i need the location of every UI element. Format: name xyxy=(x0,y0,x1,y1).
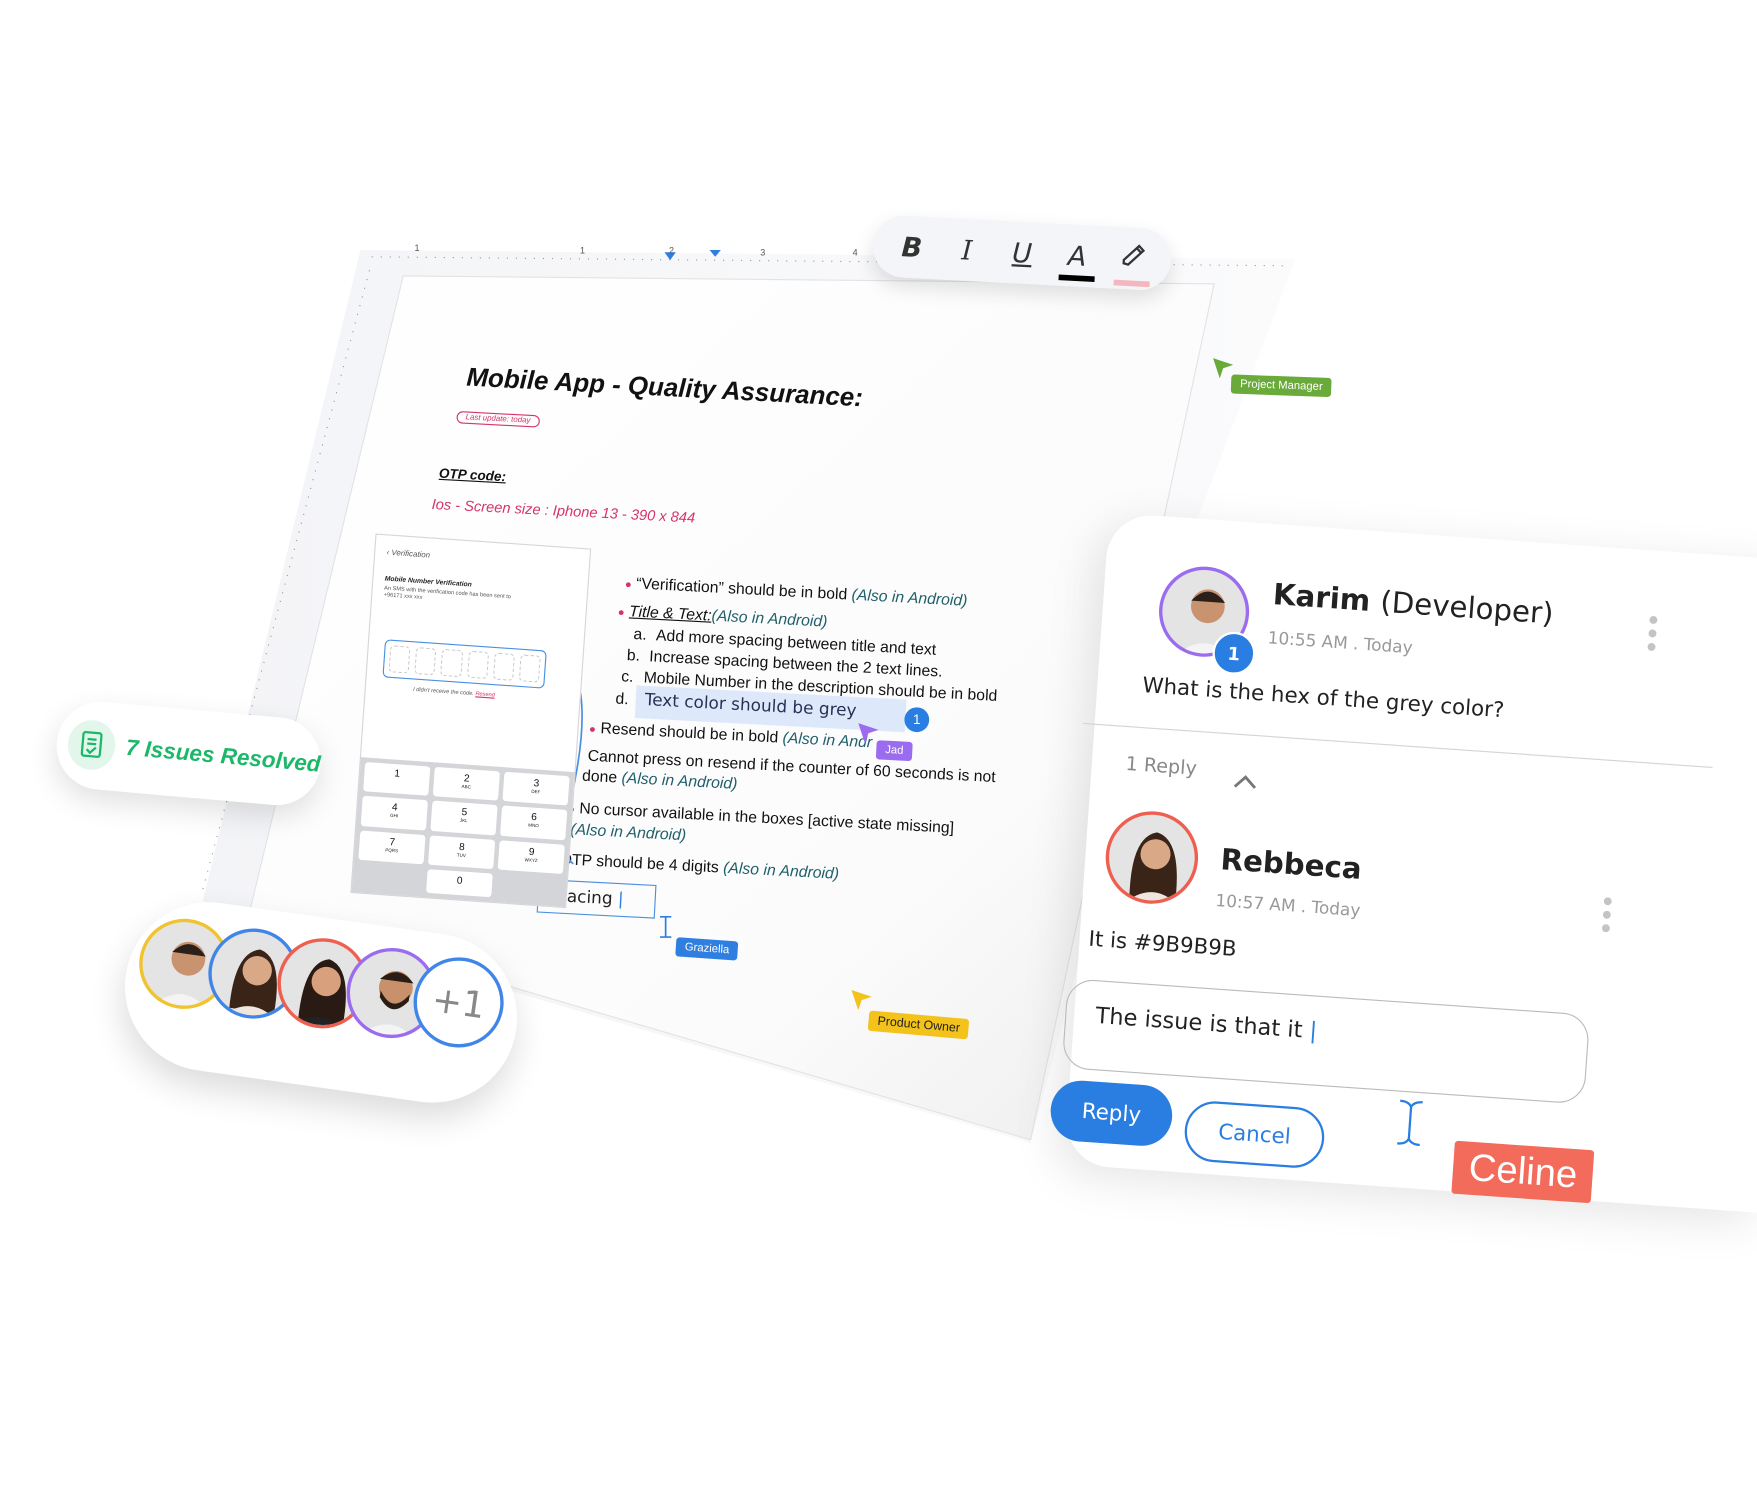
thread-count-badge: 1 xyxy=(1211,630,1257,677)
key-digit xyxy=(497,877,562,882)
reply-time: 10:57 AM . Today xyxy=(1214,890,1362,921)
key-letters xyxy=(358,867,423,872)
underline-icon: U xyxy=(1011,236,1033,270)
ruler-label: 4 xyxy=(852,247,858,258)
key-digit xyxy=(358,867,423,872)
phone-header: ‹ Verification xyxy=(386,548,431,560)
underline-button[interactable]: U xyxy=(1001,236,1043,270)
text-color-swatch xyxy=(1057,273,1095,282)
key-digit: 0 xyxy=(456,874,463,886)
highlight-button[interactable] xyxy=(1111,240,1153,287)
cursor-label-celine: Celine xyxy=(1451,1140,1595,1204)
comment-text: What is the hex of the grey color? xyxy=(1141,672,1506,723)
keypad-key[interactable]: 5 JKL xyxy=(430,800,498,835)
keypad-key[interactable]: 7 PQRS xyxy=(358,829,426,865)
keypad-key[interactable]: 1 xyxy=(363,761,431,797)
section-heading: OTP code: xyxy=(438,465,507,485)
keypad-key[interactable]: 4 GHI xyxy=(360,795,428,831)
cursor-product-owner-icon xyxy=(851,990,872,1011)
keypad-key[interactable] xyxy=(356,864,423,892)
italic-icon: I xyxy=(960,233,974,266)
keypad-key[interactable]: 9 WXYZ xyxy=(497,839,565,874)
reply-more-button[interactable] xyxy=(1601,897,1613,933)
ruler-label: 3 xyxy=(760,247,766,258)
phone-mockup: ‹ Verification Mobile Number Verificatio… xyxy=(350,533,592,909)
cursor-label-jad: Jad xyxy=(875,740,913,762)
comment-count-badge[interactable]: 1 xyxy=(904,707,930,733)
issues-resolved-text: 7 Issues Resolved xyxy=(124,735,322,777)
text-cursor-icon xyxy=(660,915,672,938)
text-cursor-icon xyxy=(1397,1099,1423,1147)
screen-size-note: Ios - Screen size : Iphone 13 - 390 x 84… xyxy=(431,495,696,527)
keypad-key[interactable]: 0 xyxy=(426,868,493,898)
key-digit: 1 xyxy=(393,767,401,780)
keypad-key[interactable]: 8 TUV xyxy=(428,834,496,869)
ruler-label: 2 xyxy=(669,245,675,256)
cursor-label-project-manager: Project Manager xyxy=(1230,374,1333,398)
highlight-color-swatch xyxy=(1112,279,1150,287)
keypad-key[interactable]: 3 DEF xyxy=(502,771,570,806)
replies-count[interactable]: 1 Reply xyxy=(1125,753,1198,780)
text-color-icon: A xyxy=(1067,239,1088,272)
ruler-label: 1 xyxy=(580,245,586,256)
chevron-up-icon[interactable] xyxy=(1231,772,1259,792)
keypad-key[interactable]: 6 MNO xyxy=(500,805,568,840)
last-update-badge: Last update: today xyxy=(456,410,540,428)
comment-panel: 1 Karim (Developer) 10:55 AM . Today Wha… xyxy=(1048,512,1757,1213)
reply-text: It is #9B9B9B xyxy=(1087,926,1238,962)
keypad-key[interactable] xyxy=(496,874,563,902)
keypad: 1 2 ABC 3 DEF 4 GHI 5 JKL 6 MNO 7 PQRS 8 TUV 9 WXYZ 0 xyxy=(351,757,575,907)
text-color-button[interactable]: A xyxy=(1056,239,1098,282)
italic-button[interactable]: I xyxy=(946,233,988,267)
comment-author: Karim (Developer) xyxy=(1271,578,1555,632)
resend-row: I didn't receive the code. Resend xyxy=(412,686,496,699)
bold-icon: B xyxy=(900,230,923,264)
comment-more-button[interactable] xyxy=(1647,615,1658,652)
keypad-key[interactable]: 2 ABC xyxy=(432,766,500,801)
avatar-rebbeca xyxy=(1102,808,1202,907)
phone-body: An SMS with the verification code has be… xyxy=(383,584,512,602)
bold-button[interactable]: B xyxy=(891,230,933,264)
highlighter-icon xyxy=(1121,243,1145,266)
cancel-button[interactable]: Cancel xyxy=(1182,1099,1327,1170)
reply-button[interactable]: Reply xyxy=(1048,1078,1175,1148)
resend-link[interactable]: Resend xyxy=(475,691,495,699)
document-check-icon xyxy=(65,718,117,772)
key-letters xyxy=(497,877,562,882)
comment-time: 10:55 AM . Today xyxy=(1267,627,1414,658)
ruler-label: 1 xyxy=(414,243,420,254)
reply-author: Rebbeca xyxy=(1219,843,1363,887)
otp-boxes[interactable] xyxy=(382,639,547,689)
